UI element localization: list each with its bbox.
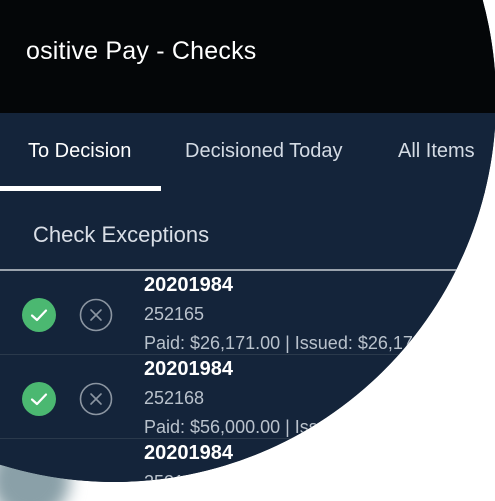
account-number: 20201984: [144, 358, 233, 380]
x-circle-icon: [79, 298, 113, 332]
section-title: Check Exceptions: [33, 222, 210, 247]
title-bar: ositive Pay - Checks: [0, 0, 495, 113]
magnifier-lens: ositive Pay - Checks To Decision Decisio…: [0, 0, 495, 482]
x-circle-icon: [79, 382, 113, 416]
check-number: 252168: [144, 388, 205, 408]
list-item[interactable]: 20201984 252168 Paid: $56,000.00 | Issue…: [0, 355, 495, 439]
amounts: Paid: $56,000.00 | Issued: $56,000: [144, 417, 423, 437]
check-icon: [30, 393, 48, 406]
tab-decisioned-today[interactable]: Decisioned Today: [185, 140, 343, 163]
section-header: Check Exceptions: [0, 192, 495, 270]
tab-all-items[interactable]: All Items: [398, 140, 475, 163]
approve-button[interactable]: [22, 382, 56, 416]
screen: ositive Pay - Checks To Decision Decisio…: [0, 0, 495, 501]
app-view: ositive Pay - Checks To Decision Decisio…: [0, 0, 495, 482]
active-tab-indicator: [0, 186, 161, 191]
account-number: 20201984: [144, 274, 233, 296]
list-item[interactable]: 20201984 252165 Paid: $26,171.00 | Issue…: [0, 271, 495, 355]
reject-button[interactable]: [79, 382, 113, 416]
check-icon: [30, 309, 48, 322]
list-item[interactable]: 20201984 252169: [0, 439, 495, 482]
amounts: Paid: $26,171.00 | Issued: $26,171.00: [144, 333, 448, 353]
reject-button[interactable]: [79, 298, 113, 332]
exception-list: 20201984 252165 Paid: $26,171.00 | Issue…: [0, 271, 495, 482]
tab-bar: To Decision Decisioned Today All Items: [0, 113, 495, 193]
tab-to-decision[interactable]: To Decision: [28, 140, 131, 163]
check-number: 252169: [144, 472, 205, 482]
approve-button[interactable]: [22, 298, 56, 332]
check-number: 252165: [144, 304, 205, 324]
page-title: ositive Pay - Checks: [26, 37, 257, 65]
account-number: 20201984: [144, 442, 233, 464]
